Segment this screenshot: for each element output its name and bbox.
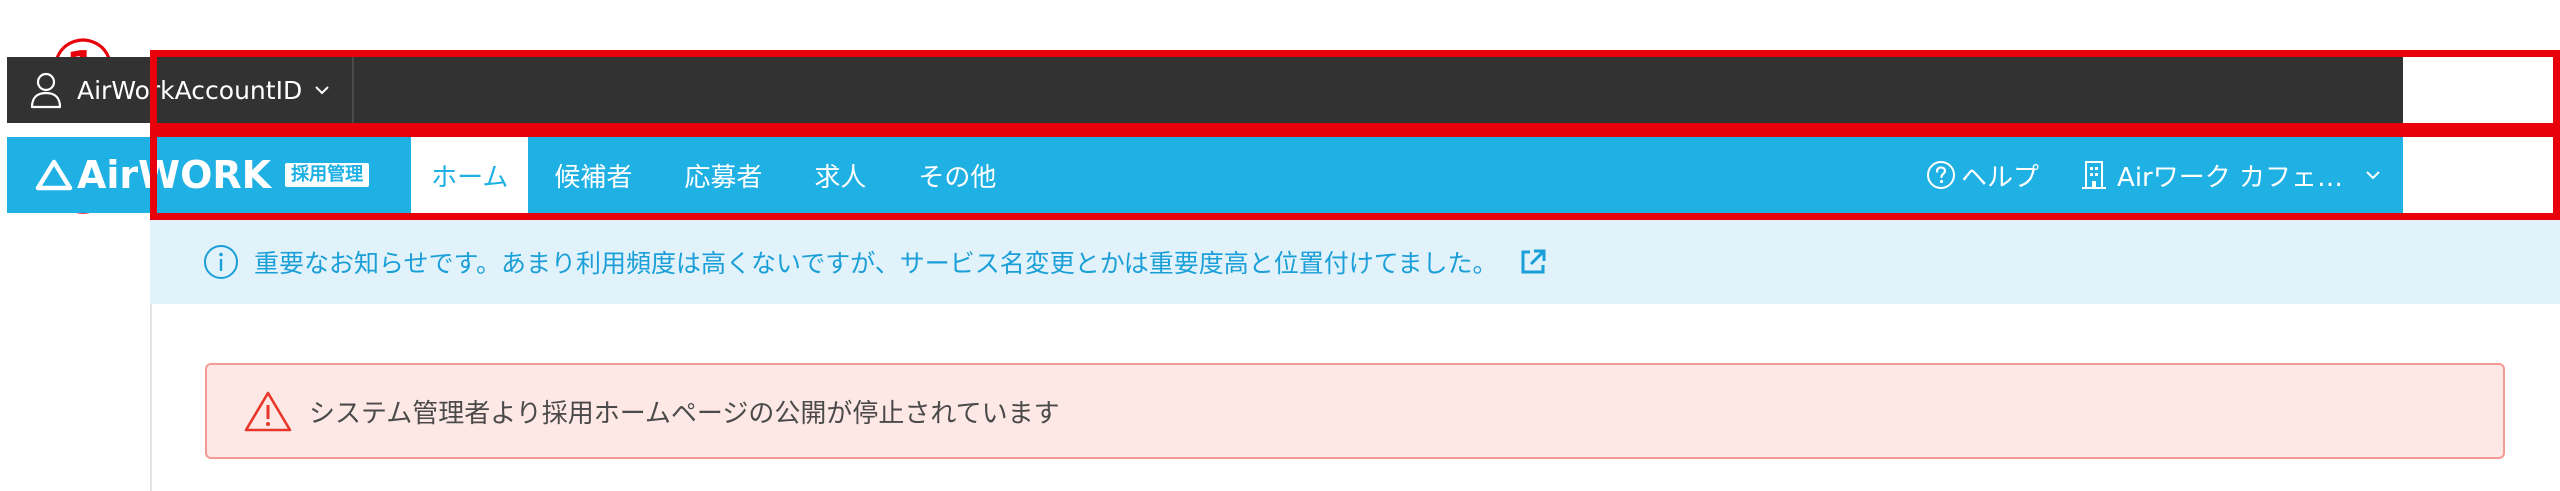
notice-text: 重要なお知らせです。あまり利用頻度は高くないですが、サービス名変更とかは重要度高… (254, 249, 1498, 278)
alert-text: システム管理者より採用ホームページの公開が停止されています (309, 398, 1060, 429)
person-icon (30, 72, 62, 109)
warning-icon (244, 391, 292, 432)
external-link-icon[interactable] (1518, 247, 1548, 277)
annotation-box-2 (150, 130, 2560, 220)
triangle-logo-icon (35, 159, 73, 191)
error-alert: システム管理者より採用ホームページの公開が停止されています (205, 363, 2505, 459)
content-left-border (150, 304, 152, 491)
info-icon (204, 245, 238, 279)
annotation-box-1 (150, 50, 2560, 130)
info-notice-banner: 重要なお知らせです。あまり利用頻度は高くないですが、サービス名変更とかは重要度高… (150, 220, 2560, 304)
